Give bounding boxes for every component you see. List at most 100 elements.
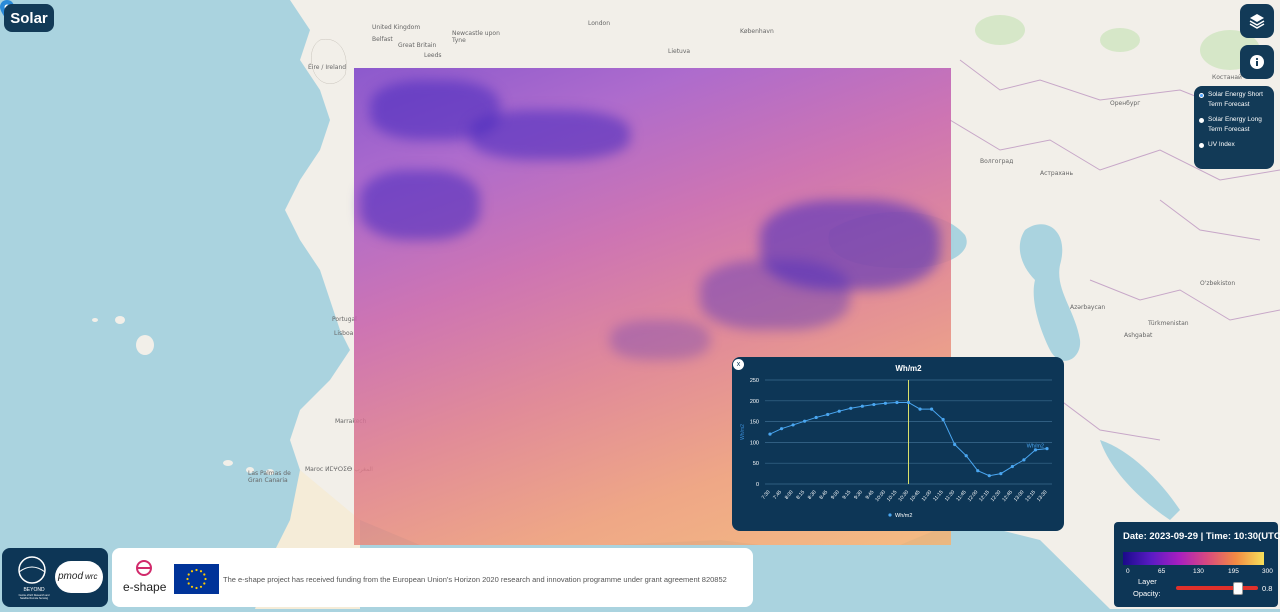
x-tick-label: 12:15 — [978, 489, 991, 503]
y-tick-label: 250 — [750, 378, 759, 384]
map-label-great-britain: Great Britain — [398, 42, 437, 49]
info-icon — [1250, 55, 1264, 69]
eu-flag-icon — [174, 564, 219, 594]
data-point — [883, 401, 888, 405]
data-point — [1022, 458, 1026, 462]
x-tick-label: 10:30 — [897, 489, 910, 503]
date-time-display: Date: 2023-09-29 | Time: 10:30(UTC) — [1123, 531, 1280, 542]
map-label-uzbekistan: O'zbekiston — [1200, 280, 1236, 287]
wrc-text: wrc — [85, 572, 98, 581]
data-point — [849, 406, 853, 410]
funding-banner: e-shape The e-shape project has received… — [112, 548, 753, 607]
pmod-wrc-logo: pmod wrc — [55, 561, 103, 593]
map-label-las-palmas: Las Palmas de Gran Canaria — [248, 470, 291, 484]
layer-option-label: Solar Energy Short Term Forecast — [1208, 91, 1263, 108]
radio-selected[interactable] — [1199, 93, 1204, 98]
layer-option-uv-index[interactable]: UV Index — [1199, 140, 1270, 150]
eshape-text: e-shape — [123, 580, 167, 594]
map-label-lietuva: København — [740, 28, 774, 35]
scale-tick: 0 — [1126, 568, 1130, 575]
data-point — [918, 407, 922, 411]
data-point — [837, 409, 841, 413]
map-label-turkmenistan: Türkmenistan — [1148, 320, 1189, 327]
x-tick-label: 7:30 — [761, 489, 772, 500]
data-point — [976, 469, 980, 473]
x-tick-label: 13:00 — [1013, 489, 1026, 503]
chart-title: Wh/m2 — [895, 364, 922, 373]
data-point — [906, 400, 911, 405]
partner-logos: BEYOND Centre of EO Research and Satelli… — [2, 548, 108, 607]
data-point — [860, 404, 864, 408]
data-point — [814, 415, 818, 420]
beyond-text: BEYOND — [23, 587, 45, 593]
map-label-ashgabat: Ashgabat — [1124, 332, 1153, 339]
x-tick-label: 8:15 — [795, 489, 806, 500]
map-label-astrakhan: Астрахань — [1040, 170, 1074, 177]
opacity-slider-thumb[interactable] — [1233, 582, 1243, 595]
beyond-subtext: Centre of EO Research and Satellite Remo… — [18, 594, 50, 600]
x-tick-label: 11:00 — [921, 489, 934, 502]
scale-tick: 65 — [1158, 568, 1166, 575]
x-tick-label: 11:30 — [944, 489, 957, 502]
layer-option-label: Solar Energy Long Term Forecast — [1208, 116, 1262, 133]
y-tick-label: 50 — [753, 461, 759, 467]
color-scale-bar — [1123, 552, 1264, 565]
map-label-lisboa: Lisboa — [334, 330, 354, 337]
x-tick-label: 8:00 — [784, 489, 795, 500]
map-label-uk: United Kingdom — [372, 24, 421, 31]
radio[interactable] — [1199, 118, 1204, 123]
map-legend: Date: 2023-09-29 | Time: 10:30(UTC) 0 65… — [1114, 522, 1280, 607]
scale-tick: 195 — [1228, 568, 1239, 575]
map-label-gdansk: Lietuva — [668, 48, 691, 55]
radio[interactable] — [1199, 143, 1204, 148]
map-label-orenburg: Оренбург — [1110, 100, 1141, 107]
x-tick-label: 8:30 — [807, 489, 818, 500]
map-label-belfast: Belfast — [372, 36, 393, 43]
opacity-slider-track[interactable] — [1176, 586, 1258, 590]
data-point — [964, 454, 968, 458]
layer-option-long-term[interactable]: Solar Energy Long Term Forecast — [1199, 115, 1270, 135]
x-tick-label: 12:30 — [990, 489, 1003, 503]
app-title: Solar — [4, 4, 54, 32]
info-button[interactable] — [1240, 45, 1274, 79]
x-tick-label: 9:00 — [830, 489, 841, 500]
y-tick-label: 200 — [750, 399, 759, 405]
x-tick-label: 9:30 — [853, 489, 864, 500]
layers-button[interactable] — [1240, 4, 1274, 38]
data-point — [999, 472, 1003, 476]
series-end-label: Wh/m2 — [1027, 444, 1044, 450]
data-point — [953, 442, 957, 447]
x-tick-label: 10:00 — [874, 489, 887, 503]
map-canvas[interactable]: United Kingdom Great Britain Leeds Newca… — [0, 0, 1280, 609]
close-popup-button[interactable]: x — [733, 359, 744, 370]
layer-selector: Solar Energy Short Term Forecast Solar E… — [1194, 86, 1274, 169]
x-tick-label: 9:15 — [841, 489, 852, 500]
forecast-chart-popup: Wh/m2 0 50 100 150 200 250 Wh/m2 Wh/m2 7:30 7:45 8:… — [732, 357, 1064, 531]
data-point — [929, 407, 934, 411]
x-tick-label: 11:15 — [932, 489, 945, 502]
cloud-cover — [360, 170, 480, 240]
data-point — [1045, 447, 1049, 451]
x-tick-label: 13:30 — [1036, 489, 1049, 503]
y-tick-label: 100 — [750, 440, 759, 446]
data-point — [895, 400, 899, 405]
y-axis-label: Wh/m2 — [740, 424, 746, 440]
data-point — [872, 402, 876, 407]
layer-option-short-term[interactable]: Solar Energy Short Term Forecast — [1199, 90, 1270, 110]
pmod-text: pmod — [58, 571, 84, 582]
x-tick-label: 10:15 — [886, 489, 899, 503]
data-point — [779, 427, 784, 431]
x-tick-label: 12:45 — [1001, 489, 1014, 503]
data-point — [768, 432, 772, 436]
forecast-chart: Wh/m2050100150200250Wh/m2Wh/m27:30 7:45 8:… — [740, 364, 1052, 519]
x-tick-label: 13:15 — [1024, 489, 1037, 503]
map-label-kobenhavn: London — [588, 20, 610, 27]
x-tick-label: 10:45 — [909, 489, 922, 503]
cloud-cover — [700, 260, 850, 330]
map-label-volgograd: Волгоград — [980, 158, 1014, 165]
layer-option-label: UV Index — [1208, 141, 1235, 148]
x-tick-label: 12:00 — [967, 489, 980, 503]
data-point — [941, 417, 945, 422]
data-point — [1010, 464, 1014, 469]
opacity-value: 0.8 — [1262, 584, 1273, 593]
